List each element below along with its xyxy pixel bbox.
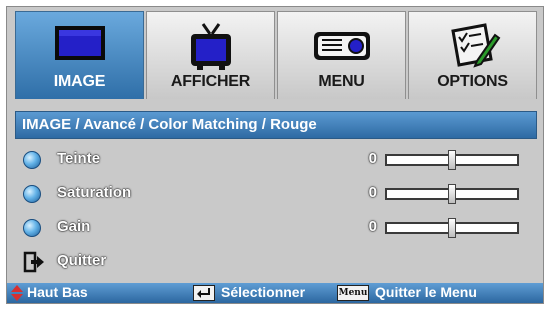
projector-icon: [278, 20, 405, 72]
gain-slider[interactable]: [385, 218, 519, 238]
exit-row[interactable]: Quitter: [21, 251, 531, 275]
footer-bar: Haut Bas Sélectionner Menu Quitter le Me…: [7, 283, 543, 303]
footer-select-text: Sélectionner: [221, 284, 306, 300]
footer-nav-text: Haut Bas: [27, 284, 88, 300]
setting-value: 0: [368, 150, 377, 167]
osd-menu: IMAGE AFFICHER MENU OPTIONS IMAGE / Avan…: [6, 6, 544, 304]
bullet-icon: [23, 151, 41, 169]
setting-label: Gain: [57, 218, 91, 235]
setting-label: Teinte: [57, 150, 101, 167]
setting-label: Saturation: [57, 184, 132, 201]
footer-exit-text: Quitter le Menu: [375, 284, 477, 300]
tab-image[interactable]: IMAGE: [15, 11, 144, 99]
exit-label: Quitter: [57, 252, 107, 269]
slider-thumb[interactable]: [448, 150, 456, 170]
tab-image-label: IMAGE: [53, 73, 106, 90]
setting-row-gain[interactable]: Gain 0: [21, 217, 531, 241]
enter-key-icon: [193, 285, 215, 301]
setting-row-saturation[interactable]: Saturation 0: [21, 183, 531, 207]
setting-value: 0: [368, 184, 377, 201]
tab-options-label: OPTIONS: [437, 73, 508, 90]
slider-thumb[interactable]: [448, 184, 456, 204]
tab-afficher-label: AFFICHER: [170, 73, 251, 90]
setting-row-teinte[interactable]: Teinte 0: [21, 149, 531, 173]
bullet-icon: [23, 219, 41, 237]
bullet-icon: [23, 185, 41, 203]
tv-icon: [147, 20, 274, 72]
saturation-slider[interactable]: [385, 184, 519, 204]
exit-icon: [23, 251, 44, 273]
slider-thumb[interactable]: [448, 218, 456, 238]
breadcrumb: IMAGE / Avancé / Color Matching / Rouge: [15, 111, 537, 139]
checklist-icon: [409, 20, 536, 72]
tab-options[interactable]: OPTIONS: [408, 11, 537, 99]
monitor-icon: [16, 20, 143, 72]
tab-menu[interactable]: MENU: [277, 11, 406, 99]
teinte-slider[interactable]: [385, 150, 519, 170]
tab-afficher[interactable]: AFFICHER: [146, 11, 275, 99]
menu-key-icon: Menu: [337, 285, 369, 301]
tab-bar: IMAGE AFFICHER MENU OPTIONS: [15, 11, 537, 99]
setting-value: 0: [368, 218, 377, 235]
tab-menu-label: MENU: [318, 73, 365, 90]
up-down-arrows-icon: [11, 285, 23, 301]
